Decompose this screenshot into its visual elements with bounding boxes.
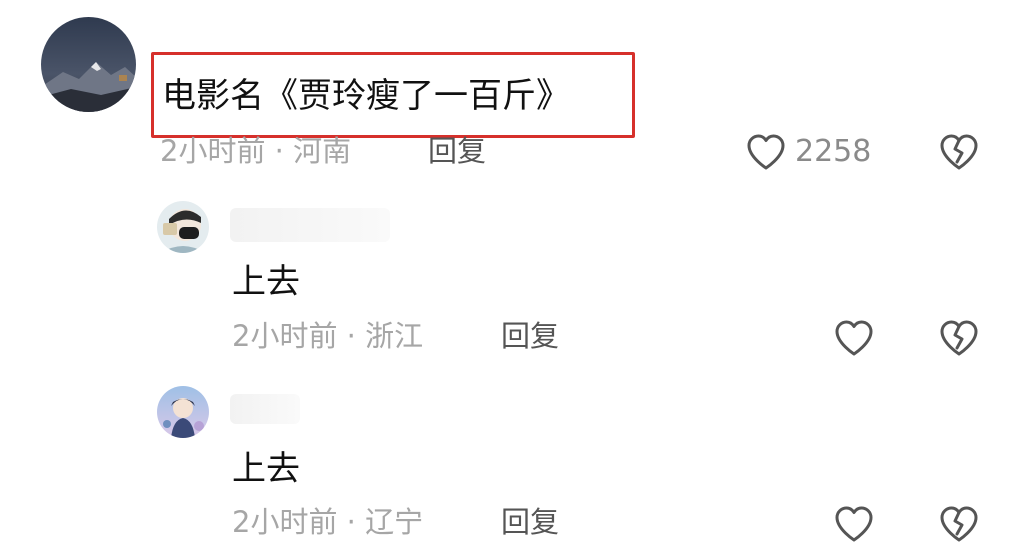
dislike-button[interactable] bbox=[938, 318, 980, 358]
broken-heart-icon bbox=[940, 506, 978, 542]
heart-outline-icon bbox=[747, 134, 785, 170]
reply-button[interactable]: 回复 bbox=[428, 131, 486, 171]
broken-heart-icon bbox=[940, 134, 978, 170]
reply-button[interactable]: 回复 bbox=[501, 316, 559, 356]
like-count: 2258 bbox=[795, 134, 872, 169]
comment-location: 辽宁 bbox=[365, 505, 424, 539]
reply-comment-text: 上去 bbox=[232, 449, 300, 489]
main-comment-text: 电影名《贾玲瘦了一百斤》 bbox=[162, 76, 570, 116]
reply-comment-text: 上去 bbox=[232, 262, 300, 302]
main-comment-meta: 2小时前 · 河南 bbox=[160, 131, 351, 171]
meta-separator: · bbox=[274, 134, 284, 168]
heart-outline-icon bbox=[835, 506, 873, 542]
comment-location: 河南 bbox=[293, 134, 352, 168]
blurred-username bbox=[230, 208, 390, 242]
comment-time: 2小时前 bbox=[232, 319, 338, 353]
comment-location: 浙江 bbox=[365, 319, 424, 353]
like-button[interactable] bbox=[833, 504, 875, 544]
reply-avatar[interactable] bbox=[157, 201, 209, 253]
dislike-button[interactable] bbox=[938, 132, 980, 172]
reply-meta: 2小时前 · 辽宁 bbox=[232, 502, 423, 542]
mountain-avatar-image bbox=[41, 17, 136, 112]
meta-separator: · bbox=[346, 505, 356, 539]
broken-heart-icon bbox=[940, 320, 978, 356]
reply-avatar[interactable] bbox=[157, 386, 209, 438]
dislike-button[interactable] bbox=[938, 504, 980, 544]
reply-button[interactable]: 回复 bbox=[501, 502, 559, 542]
comment-thread: 电影名《贾玲瘦了一百斤》 2小时前 · 河南 回复 2258 上去 2小时前 · bbox=[0, 0, 1024, 552]
heart-outline-icon bbox=[835, 320, 873, 356]
meta-separator: · bbox=[346, 319, 356, 353]
commenter-avatar[interactable] bbox=[41, 17, 136, 112]
like-button[interactable] bbox=[833, 318, 875, 358]
like-button[interactable]: 2258 bbox=[745, 132, 871, 172]
reply-meta: 2小时前 · 浙江 bbox=[232, 316, 423, 356]
blurred-username bbox=[230, 394, 300, 424]
anime-character-avatar-image bbox=[157, 386, 209, 438]
comment-time: 2小时前 bbox=[232, 505, 338, 539]
masked-person-avatar-image bbox=[157, 201, 209, 253]
comment-time: 2小时前 bbox=[160, 134, 266, 168]
